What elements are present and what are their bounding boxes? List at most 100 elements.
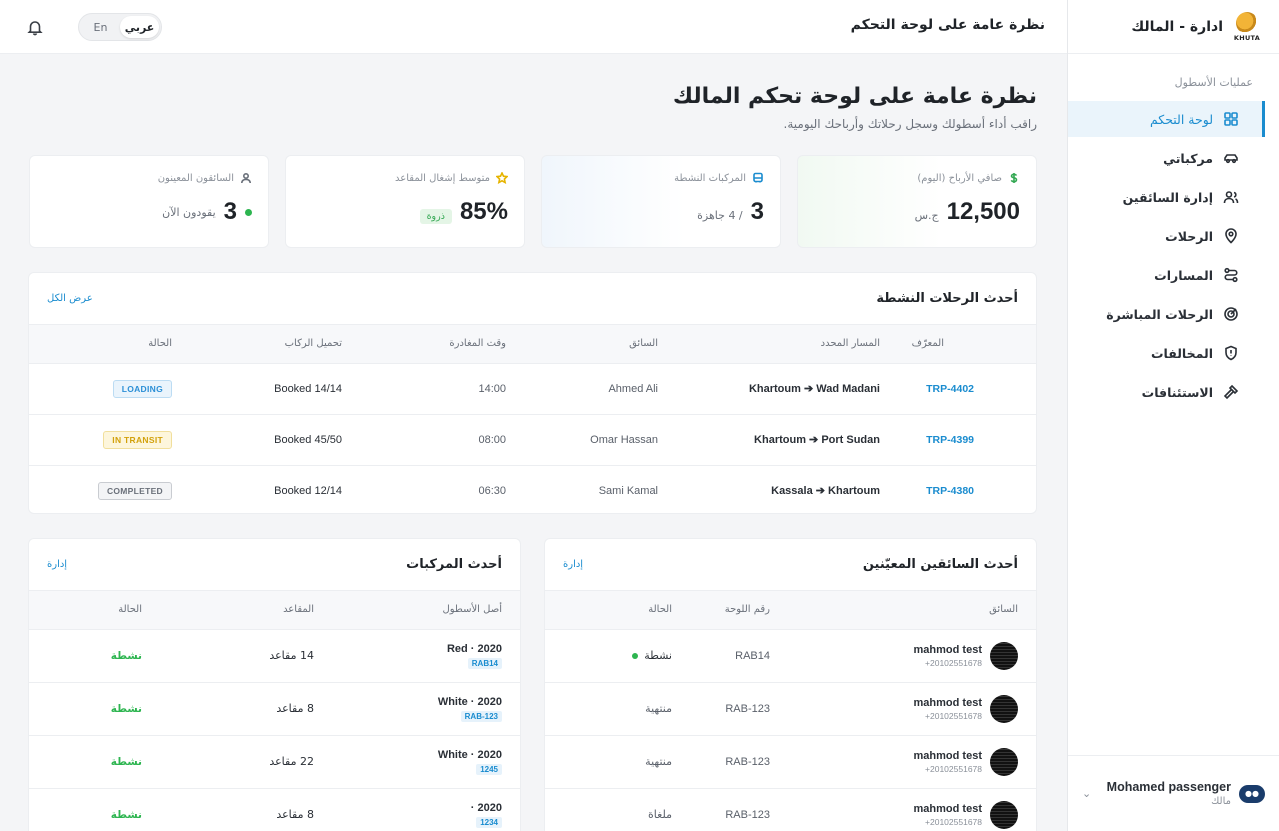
map-pin-icon bbox=[1223, 228, 1239, 244]
user-info: Mohamed passenger مالك bbox=[1099, 780, 1231, 807]
vehicle-name: Red · 2020 bbox=[446, 642, 502, 655]
topbar: نظرة عامة على لوحة التحكم En عربي bbox=[0, 0, 1067, 54]
stat-label-profit: صافي الأرباح (اليوم) bbox=[917, 172, 1002, 184]
trip-route: Khartoum ➔ Wad Madani bbox=[748, 383, 880, 395]
trip-id-link[interactable]: TRP-4380 bbox=[926, 485, 974, 497]
status-badge: LOADING bbox=[112, 379, 172, 398]
trip-route: Khartoum ➔ Port Sudan bbox=[754, 434, 880, 446]
driver-plate: RAB-123 bbox=[725, 756, 770, 768]
vehicle-name: · 2020 bbox=[470, 801, 502, 814]
status-dot bbox=[632, 652, 639, 659]
table-header-row: السائق رقم اللوحة الحالة bbox=[545, 591, 1036, 629]
trip-driver: Omar Hassan bbox=[590, 434, 658, 446]
table-row[interactable]: mahmod test +20102551678 RAB-123 منتهية bbox=[545, 681, 1036, 735]
khuta-logo[interactable]: KHUTA bbox=[1231, 11, 1263, 43]
vehicle-status: نشطة bbox=[110, 650, 142, 662]
dashboard-icon bbox=[1223, 111, 1239, 127]
user-menu[interactable]: ●● Mohamed passenger مالك ⌄ bbox=[1068, 755, 1279, 831]
trip-driver: Sami Kamal bbox=[598, 485, 658, 498]
stat-card-active-vehicles: المركبات النشطة 3 / 4 جاهزة bbox=[541, 155, 781, 248]
lang-option-en[interactable]: En bbox=[81, 16, 120, 38]
table-header-row: المعرّف المسار المحدد السائق وقت المغادر… bbox=[29, 325, 1036, 363]
driver-status: نشطة bbox=[644, 649, 672, 662]
sidebar-item-vehicles[interactable]: مركباتي bbox=[1068, 140, 1265, 176]
page-subtitle: راقب أداء أسطولك وسجل رحلاتك وأرباحك الي… bbox=[783, 117, 1037, 131]
table-row[interactable]: · 2020 1234 8 مقاعد نشطة bbox=[29, 787, 520, 831]
trip-time: 08:00 bbox=[478, 434, 506, 446]
vehicles-table: أصل الأسطول المقاعد الحالة Red · 2020 RAB… bbox=[29, 591, 520, 831]
stat-card-drivers: السائقون المعينون 3 يقودون الآن bbox=[29, 155, 269, 248]
stat-value-profit: 12,500 bbox=[946, 198, 1020, 225]
user-name: Mohamed passenger bbox=[1106, 780, 1231, 794]
vehicle-seats: 14 مقاعد bbox=[269, 649, 314, 662]
vehicle-seats: 22 مقاعد bbox=[269, 755, 314, 768]
user-role: مالك bbox=[1211, 796, 1231, 807]
logo-wordmark: KHUTA bbox=[1233, 33, 1261, 42]
table-row[interactable]: TRP-4399 Khartoum ➔ Port Sudan Omar Hass… bbox=[29, 413, 1036, 465]
manage-drivers-link[interactable]: إدارة bbox=[563, 559, 583, 570]
table-row[interactable]: White · 2020 RAB-123 8 مقاعد نشطة bbox=[29, 681, 520, 735]
sidebar-item-live-trips[interactable]: الرحلات المباشرة bbox=[1068, 296, 1265, 332]
stat-value-occupancy: 85% bbox=[459, 198, 508, 225]
driver-name: mahmod test bbox=[913, 696, 982, 709]
sidebar-item-violations[interactable]: المخالفات bbox=[1068, 335, 1265, 371]
car-icon bbox=[1223, 150, 1239, 166]
topbar-title: نظرة عامة على لوحة التحكم bbox=[850, 17, 1045, 33]
logo-mark-icon bbox=[1236, 11, 1258, 34]
panel-title: أحدث الرحلات النشطة bbox=[876, 291, 1018, 306]
col-status: الحالة bbox=[148, 338, 172, 350]
avatar bbox=[990, 747, 1018, 776]
plate-tag: 1245 bbox=[476, 763, 502, 775]
driver-plate: RAB14 bbox=[735, 650, 770, 662]
shield-icon bbox=[1223, 345, 1239, 361]
plate-tag: 1234 bbox=[476, 816, 502, 828]
stat-unit-profit: ج.س bbox=[914, 209, 939, 222]
sidebar-item-label: الرحلات bbox=[1165, 228, 1213, 244]
route-icon bbox=[1223, 267, 1239, 283]
trip-id-link[interactable]: TRP-4402 bbox=[926, 383, 974, 395]
col-status: الحالة bbox=[118, 604, 142, 616]
lang-option-ar[interactable]: عربي bbox=[120, 16, 159, 38]
chevron-down-icon[interactable]: ⌄ bbox=[1082, 787, 1091, 800]
trip-time: 14:00 bbox=[478, 383, 506, 395]
col-departure: وقت المغادرة bbox=[449, 338, 506, 350]
table-header-row: أصل الأسطول المقاعد الحالة bbox=[29, 591, 520, 629]
table-row[interactable]: mahmod test +20102551678 RAB-123 منتهية bbox=[545, 734, 1036, 788]
table-row[interactable]: White · 2020 1245 22 مقاعد نشطة bbox=[29, 734, 520, 788]
status-badge: COMPLETED bbox=[97, 481, 172, 500]
nav-section-label: عمليات الأسطول bbox=[1174, 76, 1253, 89]
driver-phone: +20102551678 bbox=[925, 763, 982, 774]
manage-vehicles-link[interactable]: إدارة bbox=[47, 559, 67, 570]
active-trips-panel: أحدث الرحلات النشطة عرض الكل المعرّف الم… bbox=[28, 272, 1037, 514]
col-route: المسار المحدد bbox=[820, 338, 880, 350]
brand-title: ادارة - المالك bbox=[1131, 18, 1223, 35]
trip-load: Booked 45/50 bbox=[274, 434, 342, 446]
sidebar-item-label: المخالفات bbox=[1150, 345, 1213, 361]
sidebar-item-routes[interactable]: المسارات bbox=[1068, 257, 1265, 293]
vehicle-status: نشطة bbox=[110, 809, 142, 822]
driver-name: mahmod test bbox=[913, 643, 982, 656]
bell-icon[interactable] bbox=[26, 18, 44, 36]
col-load: تحميل الركاب bbox=[284, 338, 342, 350]
table-row[interactable]: TRP-4402 Khartoum ➔ Wad Madani Ahmed Ali… bbox=[29, 362, 1036, 414]
sidebar-item-appeals[interactable]: الاستئنافات bbox=[1068, 374, 1265, 410]
table-row[interactable]: mahmod test +20102551678 RAB-123 ملغاة bbox=[545, 787, 1036, 831]
sidebar-item-trips[interactable]: الرحلات bbox=[1068, 218, 1265, 254]
sidebar-item-label: إدارة السائقين bbox=[1122, 189, 1213, 205]
sidebar-item-dashboard[interactable]: لوحة التحكم bbox=[1068, 101, 1265, 137]
sidebar-item-drivers[interactable]: إدارة السائقين bbox=[1068, 179, 1265, 215]
table-row[interactable]: TRP-4380 Kassala ➔ Khartoum Sami Kamal 0… bbox=[29, 464, 1036, 513]
col-plate: رقم اللوحة bbox=[724, 604, 770, 616]
trip-id-link[interactable]: TRP-4399 bbox=[926, 434, 974, 446]
stat-card-occupancy: متوسط إشغال المقاعد 85% ذروة bbox=[285, 155, 525, 248]
table-row[interactable]: mahmod test +20102551678 RAB14 نشطة bbox=[545, 628, 1036, 682]
table-row[interactable]: Red · 2020 RAB14 14 مقاعد نشطة bbox=[29, 628, 520, 682]
language-toggle[interactable]: En عربي bbox=[78, 13, 162, 41]
view-all-link[interactable]: عرض الكل bbox=[47, 293, 93, 304]
stat-label-vehicles: المركبات النشطة bbox=[674, 172, 746, 184]
trip-route: Kassala ➔ Khartoum bbox=[771, 485, 880, 498]
drivers-table: السائق رقم اللوحة الحالة mahmod test +201… bbox=[545, 591, 1036, 831]
vehicle-seats: 8 مقاعد bbox=[276, 702, 314, 715]
stat-label-occupancy: متوسط إشغال المقاعد bbox=[395, 172, 490, 184]
vehicle-seats: 8 مقاعد bbox=[276, 808, 314, 822]
